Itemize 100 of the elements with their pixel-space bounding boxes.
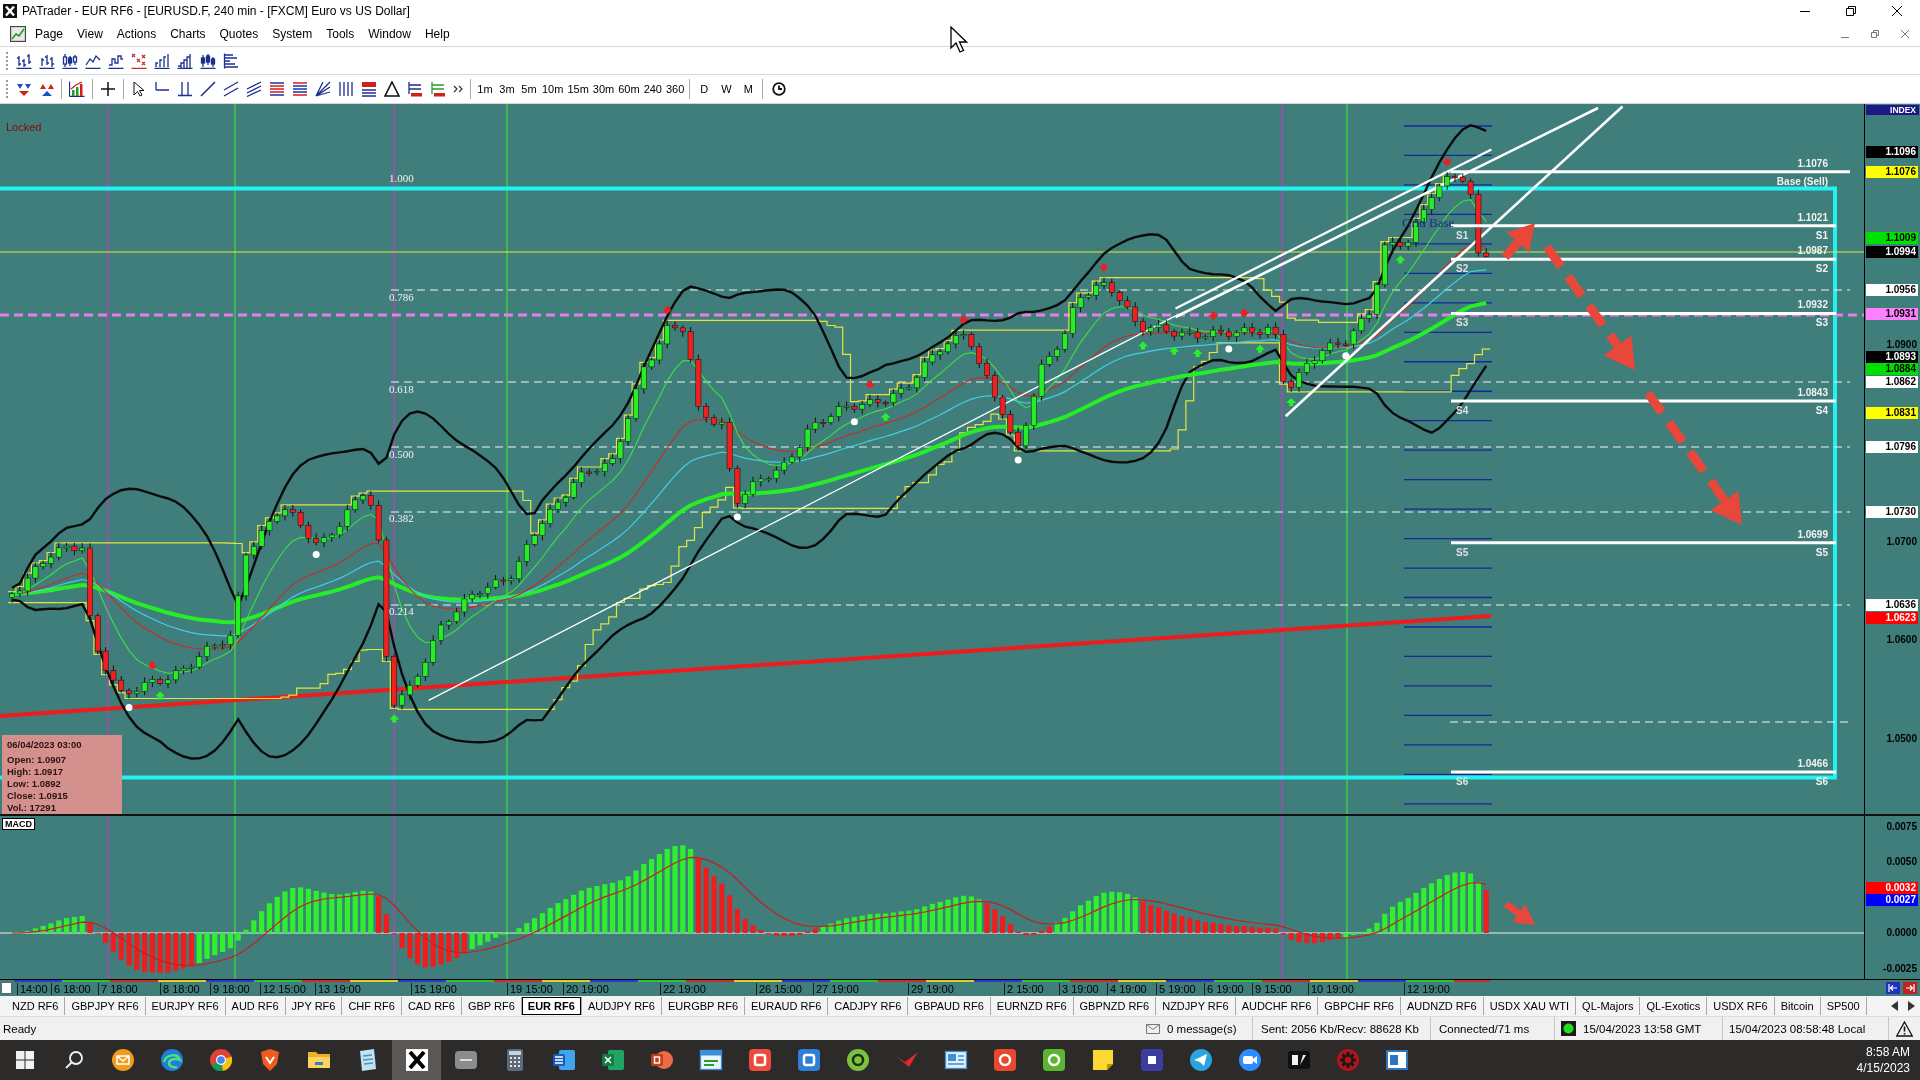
horizontal-bars-icon[interactable] [222, 52, 239, 69]
fan-lines-icon[interactable] [314, 81, 331, 97]
menu-item[interactable]: Actions [109, 24, 164, 44]
symbol-tab[interactable]: AUDNZD RF6 [1401, 997, 1484, 1015]
regression-channel-icon[interactable] [245, 81, 262, 97]
cross-logo-icon[interactable] [404, 1048, 429, 1072]
timeframe-button[interactable]: 60m [616, 79, 642, 99]
circle-icon[interactable] [845, 1048, 870, 1072]
symbol-tab[interactable]: QL-Exotics [1640, 997, 1708, 1015]
menu-item[interactable]: Charts [163, 24, 213, 44]
envelope-icon[interactable] [110, 1048, 135, 1072]
step-line-icon[interactable] [107, 52, 124, 69]
start-menu-icon[interactable] [15, 1051, 34, 1069]
window-icon[interactable] [1384, 1048, 1409, 1072]
picture-icon[interactable] [943, 1048, 968, 1072]
left-arrow-icon[interactable] [1891, 1001, 1898, 1011]
rising-bars-icon[interactable] [153, 52, 170, 69]
tile-icon[interactable] [796, 1048, 821, 1072]
rising-steps-icon[interactable] [176, 52, 193, 69]
tile-icon[interactable] [992, 1048, 1017, 1072]
symbol-tab[interactable]: EURNZD RF6 [990, 997, 1074, 1015]
timeframe-button[interactable]: 15m [565, 79, 591, 99]
symbol-tab[interactable]: GBPJPY RF6 [65, 997, 146, 1015]
spreadsheet-icon[interactable] [600, 1048, 625, 1072]
presentation-icon[interactable] [649, 1048, 674, 1072]
video-camera-icon[interactable] [1237, 1048, 1262, 1072]
symbol-tab[interactable]: GBPNZD RF6 [1073, 997, 1157, 1015]
symbol-tab[interactable]: GBPAUD RF6 [908, 997, 991, 1015]
menu-item[interactable]: Tools [319, 24, 362, 44]
tile-icon[interactable] [1041, 1048, 1066, 1072]
period-button[interactable]: M [737, 79, 760, 99]
chevrons-icon[interactable] [453, 85, 463, 93]
symbol-tab[interactable]: AUDJPY RF6 [581, 997, 662, 1015]
symbol-tab[interactable]: EUR RF6 [521, 997, 582, 1015]
symbol-tab[interactable]: CAD RF6 [401, 997, 462, 1015]
swirl-icon[interactable] [159, 1048, 184, 1072]
symbol-tab[interactable]: NZD RF6 [6, 997, 66, 1015]
gear-icon[interactable] [1335, 1048, 1360, 1072]
timeframe-button[interactable]: 30m [590, 79, 617, 99]
tile-icon[interactable] [453, 1048, 478, 1072]
timeframe-button[interactable]: 5m [518, 79, 540, 99]
symbol-tab[interactable]: SP500 [1820, 997, 1867, 1015]
timeframe-button[interactable]: 3m [496, 79, 518, 99]
symbol-tab[interactable]: NZDJPY RF6 [1156, 997, 1236, 1015]
menu-item[interactable]: Page [28, 24, 71, 44]
tile-icon[interactable] [747, 1048, 772, 1072]
band-icon[interactable] [360, 81, 377, 97]
horizontal-lines-icon[interactable] [291, 81, 308, 97]
scroll-start-icon[interactable] [1886, 982, 1900, 994]
restore-icon[interactable] [1846, 6, 1856, 16]
symbol-tab[interactable]: EURGBP RF6 [661, 997, 745, 1015]
menu-item[interactable]: Window [361, 24, 418, 44]
triangle-icon[interactable] [383, 81, 400, 97]
symbol-tab[interactable]: CADJPY RF6 [828, 997, 909, 1015]
tile-icon[interactable] [1139, 1048, 1164, 1072]
chart-icon[interactable] [69, 81, 85, 97]
tile-icon[interactable] [1286, 1048, 1311, 1072]
period-button[interactable]: D [693, 79, 716, 99]
menu-item[interactable]: Quotes [212, 24, 266, 44]
symbol-tab[interactable]: EURAUD RF6 [745, 997, 829, 1015]
symbol-tab[interactable]: GBPCHF RF6 [1318, 997, 1401, 1015]
symbol-tab[interactable]: AUD RF6 [225, 997, 286, 1015]
sticky-note-icon[interactable] [1090, 1048, 1115, 1072]
paper-plane-icon[interactable] [1188, 1048, 1213, 1072]
timeframe-button[interactable]: 240 [641, 79, 664, 99]
candlestick-icon[interactable] [199, 52, 216, 69]
symbol-tab[interactable]: QL-Majors [1576, 997, 1641, 1015]
cursor-icon[interactable] [130, 81, 147, 97]
scroll-thumb[interactable] [1, 982, 12, 994]
clock-icon[interactable] [772, 82, 787, 96]
search-icon[interactable] [64, 1051, 83, 1069]
timeframe-button[interactable]: 10m [540, 79, 566, 99]
level-lines-icon[interactable] [429, 81, 446, 97]
channel-icon[interactable] [222, 81, 239, 97]
menu-item[interactable]: Help [417, 24, 457, 44]
candlestick-icon[interactable] [61, 52, 78, 69]
symbol-tab[interactable]: AUDCHF RF6 [1235, 997, 1319, 1015]
menu-item[interactable]: System [265, 24, 320, 44]
symbol-tab[interactable]: CHF RF6 [342, 997, 402, 1015]
menu-item[interactable]: View [70, 24, 110, 44]
symbol-tab[interactable]: USDX RF6 [1707, 997, 1775, 1015]
symbol-tab[interactable]: Bitcoin [1774, 997, 1821, 1015]
taskbar-button[interactable] [392, 1040, 441, 1080]
symbol-tab[interactable]: GBP RF6 [461, 997, 522, 1015]
arrows-icon[interactable] [15, 81, 32, 97]
vertical-lines-icon[interactable] [176, 81, 193, 97]
document-icon[interactable] [551, 1048, 576, 1072]
horizontal-lines-icon[interactable] [268, 81, 285, 97]
timeframe-button[interactable]: 360 [664, 79, 687, 99]
cross-marks-icon[interactable] [130, 52, 147, 69]
chart-icon[interactable] [10, 26, 26, 42]
symbol-tab[interactable]: JPY RF6 [285, 997, 343, 1015]
window-icon[interactable] [698, 1048, 723, 1072]
right-arrow-icon[interactable] [1908, 1001, 1915, 1011]
crosshair-icon[interactable] [100, 81, 116, 97]
scroll-end-icon[interactable] [1903, 982, 1917, 994]
symbol-tab[interactable]: EURJPY RF6 [145, 997, 226, 1015]
close-icon[interactable] [1892, 6, 1902, 16]
timeframe-button[interactable]: 1m [474, 79, 496, 99]
ohlc-bars-icon[interactable] [15, 52, 32, 69]
